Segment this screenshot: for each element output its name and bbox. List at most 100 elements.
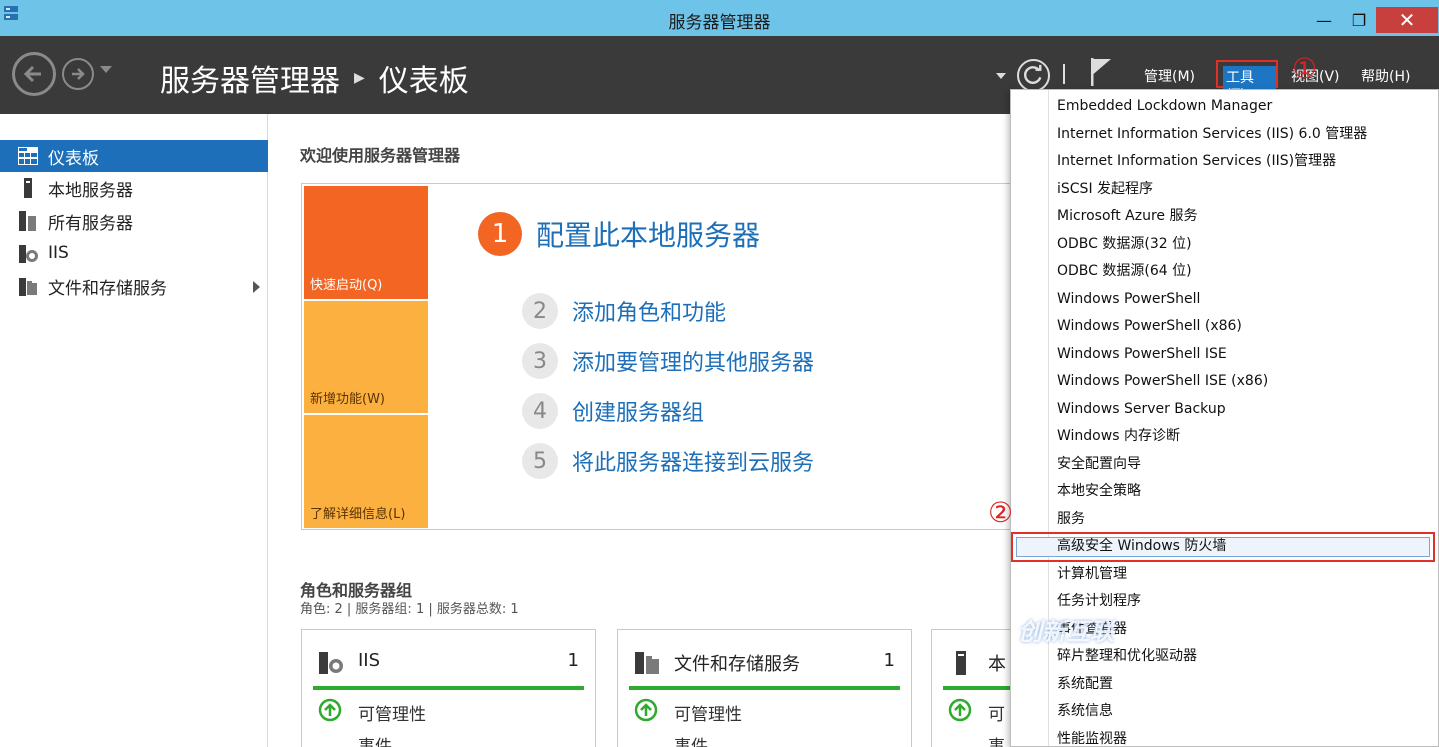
- sidebar-item-iis[interactable]: IIS: [0, 237, 268, 269]
- breadcrumb-root[interactable]: 服务器管理器: [160, 56, 340, 100]
- welcome-title: 欢迎使用服务器管理器: [300, 146, 461, 165]
- tools-menu-item[interactable]: 系统信息: [1057, 700, 1113, 722]
- header-separator: [1063, 64, 1065, 84]
- tools-menu-item[interactable]: Embedded Lockdown Manager: [1057, 95, 1272, 117]
- header-dropdown-icon[interactable]: [996, 73, 1006, 79]
- tools-menu-item[interactable]: Windows PowerShell ISE (x86): [1057, 370, 1268, 392]
- tools-menu-item[interactable]: Windows PowerShell (x86): [1057, 315, 1242, 337]
- tools-menu-item[interactable]: Internet Information Services (IIS) 6.0 …: [1057, 123, 1367, 145]
- minimize-icon: —: [1316, 10, 1332, 30]
- step-add-servers[interactable]: 3 添加要管理的其他服务器: [522, 343, 814, 379]
- tools-menu-item[interactable]: Windows PowerShell ISE: [1057, 343, 1227, 365]
- step-add-roles[interactable]: 2 添加角色和功能: [522, 293, 726, 329]
- back-arrow-icon: [23, 65, 41, 83]
- annotation-step-2: ②: [988, 496, 1014, 529]
- title-bar: 服务器管理器 — ❐ ✕: [0, 0, 1439, 36]
- tools-menu-item[interactable]: Microsoft Azure 服务: [1057, 205, 1197, 227]
- tools-menu-item[interactable]: Internet Information Services (IIS)管理器: [1057, 150, 1336, 172]
- minimize-button[interactable]: —: [1306, 7, 1342, 33]
- card-events[interactable]: 事: [988, 732, 1005, 747]
- iis-icon: [319, 652, 343, 674]
- tools-menu-item[interactable]: 碎片整理和优化驱动器: [1057, 645, 1197, 667]
- step-configure-local-server[interactable]: 1 配置此本地服务器: [478, 212, 760, 256]
- role-card-file-storage[interactable]: 文件和存储服务 1 可管理性 事件: [617, 629, 912, 747]
- step-number: 1: [478, 212, 522, 256]
- tools-menu-item[interactable]: 本地安全策略: [1057, 480, 1141, 502]
- sidebar-item-dashboard[interactable]: 仪表板: [0, 140, 268, 172]
- close-button[interactable]: ✕: [1376, 7, 1438, 33]
- history-dropdown-icon[interactable]: [100, 66, 112, 73]
- status-bar: [313, 686, 584, 690]
- dashboard-icon: [18, 146, 38, 166]
- tools-menu-item[interactable]: ODBC 数据源(64 位): [1057, 260, 1192, 282]
- card-manageability[interactable]: 可管理性: [674, 700, 742, 725]
- menu-icon-gutter: [1048, 90, 1049, 746]
- step-link[interactable]: 添加要管理的其他服务器: [572, 345, 814, 377]
- tools-menu-item[interactable]: Windows PowerShell: [1057, 288, 1200, 310]
- notifications-flag-icon[interactable]: [1089, 56, 1115, 88]
- card-count: 1: [567, 650, 579, 671]
- file-storage-icon: [635, 652, 659, 674]
- watermark-logo: 创新互联: [1018, 618, 1114, 646]
- tools-menu-item[interactable]: iSCSI 发起程序: [1057, 178, 1153, 200]
- breadcrumb-separator-icon: ▶: [354, 70, 365, 86]
- menu-help[interactable]: 帮助(H): [1361, 66, 1410, 86]
- sidebar-item-label: 仪表板: [48, 148, 99, 169]
- card-title: IIS: [358, 650, 381, 671]
- tools-menu-item[interactable]: 性能监视器: [1057, 728, 1127, 747]
- step-link[interactable]: 将此服务器连接到云服务: [572, 445, 814, 477]
- quick-start-panel: 快速启动(Q) 新增功能(W) 了解详细信息(L) 1 配置此本地服务器 2 添…: [301, 183, 1021, 530]
- card-events[interactable]: 事件: [674, 732, 708, 747]
- status-up-icon: [318, 698, 342, 722]
- maximize-button[interactable]: ❐: [1343, 7, 1375, 33]
- sidebar-item-local-server[interactable]: 本地服务器: [0, 172, 268, 204]
- step-number: 5: [522, 443, 558, 479]
- status-up-icon: [948, 698, 972, 722]
- tile-quick-start[interactable]: 快速启动(Q): [304, 186, 428, 299]
- card-count: 1: [883, 650, 895, 671]
- step-link[interactable]: 配置此本地服务器: [536, 214, 760, 254]
- tools-menu-item[interactable]: 计算机管理: [1057, 563, 1127, 585]
- refresh-button[interactable]: [1017, 59, 1050, 92]
- sidebar-item-file-storage[interactable]: 文件和存储服务: [0, 270, 268, 302]
- step-link[interactable]: 添加角色和功能: [572, 295, 726, 327]
- refresh-icon: [1024, 64, 1042, 84]
- step-number: 2: [522, 293, 558, 329]
- role-card-iis[interactable]: IIS 1 可管理性 事件: [301, 629, 596, 747]
- step-number: 3: [522, 343, 558, 379]
- card-title: 文件和存储服务: [674, 654, 800, 675]
- tools-menu-item[interactable]: 任务计划程序: [1057, 590, 1141, 612]
- sidebar-item-all-servers[interactable]: 所有服务器: [0, 205, 268, 237]
- breadcrumb-current: 仪表板: [378, 64, 469, 99]
- menu-tools[interactable]: 工具(T): [1216, 60, 1278, 104]
- card-events[interactable]: 事件: [358, 732, 392, 747]
- card-manageability[interactable]: 可管理性: [358, 700, 426, 725]
- menu-item-advanced-firewall[interactable]: 高级安全 Windows 防火墙: [1057, 535, 1226, 557]
- tools-dropdown-menu: Embedded Lockdown Manager Internet Inform…: [1010, 89, 1439, 747]
- tools-menu-item[interactable]: ODBC 数据源(32 位): [1057, 233, 1192, 255]
- tools-menu-item[interactable]: Windows Server Backup: [1057, 398, 1226, 420]
- server-icon: [956, 651, 966, 675]
- step-create-group[interactable]: 4 创建服务器组: [522, 393, 704, 429]
- tools-menu-item[interactable]: 服务: [1057, 508, 1085, 530]
- forward-button[interactable]: [62, 58, 94, 90]
- roles-summary: 角色: 2 | 服务器组: 1 | 服务器总数: 1: [300, 602, 519, 617]
- tile-whats-new[interactable]: 新增功能(W): [304, 301, 428, 413]
- sidebar-item-label: 所有服务器: [48, 213, 133, 234]
- breadcrumb: 服务器管理器 ▶ 仪表板: [160, 56, 469, 100]
- tile-learn-more[interactable]: 了解详细信息(L): [304, 415, 428, 528]
- expand-arrow-icon[interactable]: [253, 281, 260, 293]
- step-connect-cloud[interactable]: 5 将此服务器连接到云服务: [522, 443, 814, 479]
- sidebar: 仪表板 本地服务器 所有服务器 IIS 文件和存储服务: [0, 114, 268, 747]
- tools-menu-item[interactable]: 系统配置: [1057, 673, 1113, 695]
- step-link[interactable]: 创建服务器组: [572, 395, 704, 427]
- step-number: 4: [522, 393, 558, 429]
- tools-menu-item[interactable]: Windows 内存诊断: [1057, 425, 1180, 447]
- card-manageability[interactable]: 可: [988, 700, 1005, 725]
- iis-icon: [18, 243, 38, 263]
- tools-menu-item[interactable]: 安全配置向导: [1057, 453, 1141, 475]
- server-icon: [18, 178, 38, 198]
- menu-manage[interactable]: 管理(M): [1144, 66, 1195, 86]
- back-button[interactable]: [12, 52, 56, 96]
- sidebar-item-label: 本地服务器: [48, 180, 133, 201]
